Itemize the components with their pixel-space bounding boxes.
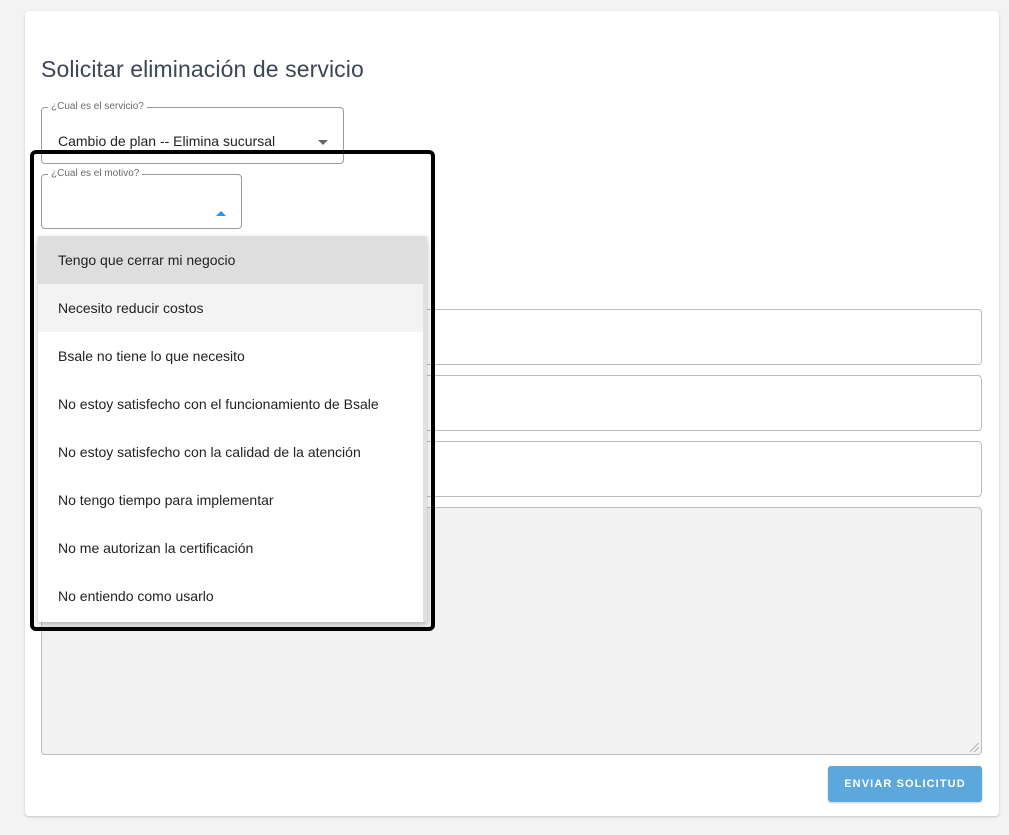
- resize-grip-icon[interactable]: [970, 743, 979, 752]
- menu-item[interactable]: Tengo que cerrar mi negocio: [38, 236, 427, 284]
- menu-scrollbar[interactable]: [423, 236, 427, 622]
- service-select[interactable]: ¿Cual es el servicio? Cambio de plan -- …: [41, 102, 344, 164]
- menu-item[interactable]: No estoy satisfecho con la calidad de la…: [38, 428, 427, 476]
- caret-down-icon[interactable]: [318, 140, 328, 145]
- motive-select[interactable]: ¿Cual es el motivo?: [41, 169, 242, 229]
- menu-item[interactable]: No tengo tiempo para implementar: [38, 476, 427, 524]
- caret-up-icon[interactable]: [216, 211, 226, 216]
- menu-item[interactable]: No estoy satisfecho con el funcionamient…: [38, 380, 427, 428]
- page-title: Solicitar eliminación de servicio: [41, 56, 364, 82]
- service-select-label: ¿Cual es el servicio?: [51, 101, 144, 112]
- service-select-value: Cambio de plan -- Elimina sucursal: [58, 133, 276, 149]
- menu-item[interactable]: No entiendo como usarlo: [38, 572, 427, 620]
- motive-dropdown-menu: Tengo que cerrar mi negocio Necesito red…: [38, 236, 427, 622]
- menu-item[interactable]: Bsale no tiene lo que necesito: [38, 332, 427, 380]
- menu-item[interactable]: No me autorizan la certificación: [38, 524, 427, 572]
- menu-item[interactable]: Necesito reducir costos: [38, 284, 427, 332]
- submit-button[interactable]: ENVIAR SOLICITUD: [828, 766, 982, 802]
- motive-select-label: ¿Cual es el motivo?: [51, 168, 140, 179]
